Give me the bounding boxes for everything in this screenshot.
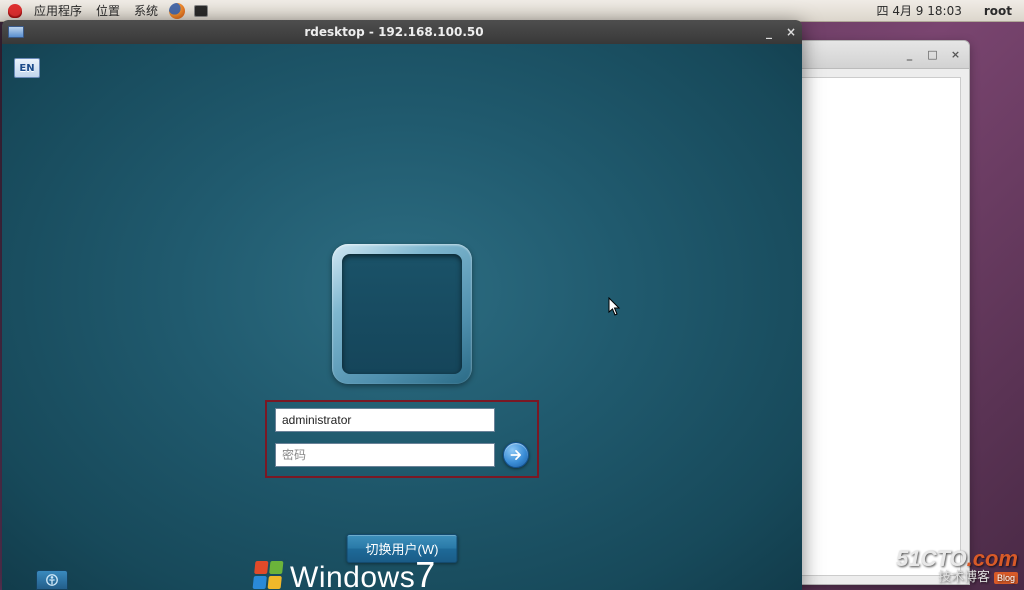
watermark-sub: 技术博客Blog: [896, 570, 1018, 584]
panel-left-group: 应用程序 位置 系统: [0, 0, 212, 21]
arrow-right-icon: [509, 448, 523, 462]
login-submit-button[interactable]: [503, 442, 529, 468]
panel-clock[interactable]: 四 4月 9 18:03: [871, 0, 968, 21]
site-watermark: 51CTO.com 技术博客Blog: [896, 547, 1018, 584]
rdesktop-title-text: rdesktop - 192.168.100.50: [30, 25, 758, 39]
windows-logo-icon: [253, 561, 284, 589]
ease-of-access-icon: [44, 573, 60, 587]
rdesktop-close-icon[interactable]: ×: [780, 20, 802, 44]
mouse-cursor-icon: [608, 297, 622, 317]
panel-right-group: 四 4月 9 18:03 root: [871, 0, 1024, 21]
rdesktop-minimize-icon[interactable]: _: [758, 20, 780, 44]
watermark-main: 51CTO.com: [896, 547, 1018, 570]
menu-applications[interactable]: 应用程序: [28, 0, 88, 21]
ease-of-access-button[interactable]: [36, 570, 68, 590]
user-avatar-image: [342, 254, 462, 374]
windows-brand-text: Windows7: [290, 554, 436, 590]
bg-minimize-icon[interactable]: _: [902, 47, 917, 62]
distro-icon[interactable]: [7, 3, 23, 19]
windows-login-screen: EN 切换用户(W): [2, 44, 802, 590]
login-center: [265, 244, 539, 478]
firefox-launcher-icon[interactable]: [169, 3, 185, 19]
password-input[interactable]: [275, 443, 495, 467]
menu-places[interactable]: 位置: [90, 0, 126, 21]
bg-maximize-icon[interactable]: □: [925, 47, 940, 62]
panel-user[interactable]: root: [978, 2, 1018, 20]
rdesktop-titlebar[interactable]: rdesktop - 192.168.100.50 _ ×: [2, 20, 802, 44]
windows-branding: Windows7: [254, 554, 436, 590]
username-input[interactable]: [275, 408, 495, 432]
terminal-launcher-icon[interactable]: [193, 3, 209, 19]
rdesktop-app-icon: [8, 26, 24, 38]
rdesktop-window: rdesktop - 192.168.100.50 _ × EN: [2, 20, 802, 590]
gnome-top-panel: 应用程序 位置 系统 四 4月 9 18:03 root: [0, 0, 1024, 22]
user-avatar-frame: [332, 244, 472, 384]
credentials-highlight-box: [265, 400, 539, 478]
menu-system[interactable]: 系统: [128, 0, 164, 21]
language-indicator[interactable]: EN: [14, 58, 40, 78]
bg-close-icon[interactable]: ×: [948, 47, 963, 62]
